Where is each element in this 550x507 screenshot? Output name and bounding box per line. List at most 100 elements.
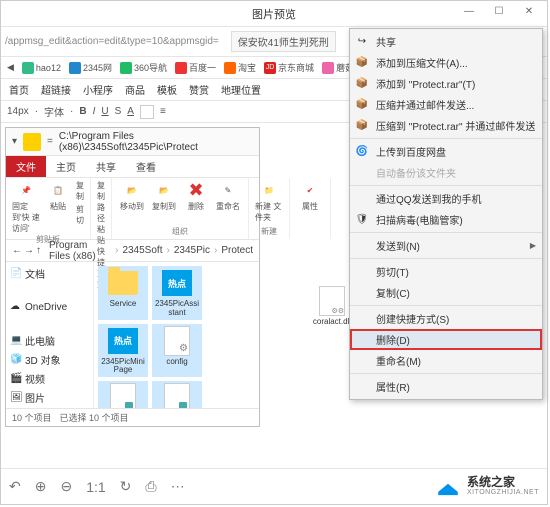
up-btn[interactable]: ↑ bbox=[36, 245, 41, 256]
nav-link[interactable]: 模板 bbox=[157, 82, 177, 97]
pin-quickaccess[interactable]: 📌固定到'快 速访问' bbox=[12, 180, 40, 234]
url-text: /appmsg_edit&action=edit&type=10&appmsgi… bbox=[5, 36, 219, 47]
menu-item[interactable]: 📦添加到压缩文件(A)... bbox=[350, 52, 542, 73]
file-item[interactable]: config bbox=[152, 324, 202, 378]
newfolder-button[interactable]: 📁新建 文件夹 bbox=[255, 180, 283, 223]
back-btn[interactable]: ← bbox=[12, 245, 22, 256]
strike-button[interactable]: S bbox=[115, 106, 122, 117]
nav-link[interactable]: 小程序 bbox=[83, 82, 113, 97]
bg-color[interactable] bbox=[140, 105, 154, 119]
sidebar-item[interactable] bbox=[8, 315, 91, 331]
file-item[interactable]: coralact.dll bbox=[311, 284, 353, 329]
browser-tab[interactable]: 保安砍41师生判死刑 bbox=[231, 31, 336, 52]
nav-link[interactable]: 首页 bbox=[9, 82, 29, 97]
nav-down-icon[interactable]: ▾ bbox=[12, 136, 17, 147]
nav-link[interactable]: 地理位置 bbox=[221, 82, 261, 97]
nav-link[interactable]: 超链接 bbox=[41, 82, 71, 97]
sidebar-item[interactable]: 💻此电脑 bbox=[8, 331, 91, 350]
zoom-out[interactable]: ⊖ bbox=[60, 478, 72, 495]
item-count: 10 个项目 bbox=[12, 411, 52, 424]
sidebar-item[interactable]: 🎬视频 bbox=[8, 369, 91, 388]
sidebar-item[interactable]: 🧊3D 对象 bbox=[8, 350, 91, 369]
rename-button[interactable]: ✎重命名 bbox=[214, 180, 242, 212]
menu-item[interactable]: 创建快捷方式(S) bbox=[350, 305, 542, 329]
bookmark[interactable]: hao12 bbox=[22, 62, 61, 74]
close-button[interactable]: ✕ bbox=[515, 1, 543, 21]
zoom-in[interactable]: ⊕ bbox=[35, 478, 47, 495]
explorer-tabs: 文件 主页 共享 查看 bbox=[6, 156, 259, 178]
viewer-controls: ↶ ⊕ ⊖ 1:1 ↻ ⎙ ⋯ bbox=[9, 478, 185, 495]
status-bar: 10 个项目 已选择 10 个项目 bbox=[6, 408, 259, 426]
breadcrumb[interactable]: ← → ↑ Program Files (x86)› 2345Soft› 234… bbox=[6, 240, 259, 262]
menu-item[interactable]: 复制(C) bbox=[350, 282, 542, 303]
rotate-right[interactable]: ↻ bbox=[120, 478, 132, 495]
back-icon[interactable]: ◀ bbox=[7, 62, 14, 73]
nav-link[interactable]: 赞赏 bbox=[189, 82, 209, 97]
bookmark[interactable]: 360导航 bbox=[120, 61, 167, 74]
menu-item[interactable]: 通过QQ发送到我的手机 bbox=[350, 185, 542, 209]
minimize-button[interactable]: — bbox=[455, 1, 483, 21]
rotate-left[interactable]: ↶ bbox=[9, 478, 21, 495]
bookmark[interactable]: 淘宝 bbox=[224, 61, 256, 74]
sidebar-item[interactable]: ☁OneDrive bbox=[8, 299, 91, 315]
fwd-btn[interactable]: → bbox=[24, 245, 34, 256]
delete-button[interactable]: ✖删除 bbox=[182, 180, 210, 212]
context-menu: ↪共享📦添加到压缩文件(A)...📦添加到 "Protect.rar"(T)📦压… bbox=[349, 28, 543, 400]
font-size[interactable]: 14px bbox=[7, 106, 29, 117]
font-family[interactable]: 字体 bbox=[44, 104, 64, 119]
file-item[interactable]: 热点2345PicAssistant bbox=[152, 266, 202, 320]
copyto-button[interactable]: 📂复制到 bbox=[150, 180, 178, 212]
sidebar-item[interactable]: 🖼图片 bbox=[8, 388, 91, 407]
align-button[interactable]: ≡ bbox=[160, 106, 166, 117]
bookmark[interactable]: 百度一 bbox=[175, 61, 216, 74]
tab-view[interactable]: 查看 bbox=[126, 156, 166, 177]
menu-item[interactable]: 🛡扫描病毒(电脑管家) bbox=[350, 209, 542, 230]
more-icon[interactable]: ⋯ bbox=[171, 478, 185, 495]
italic-button[interactable]: I bbox=[93, 106, 96, 117]
copy-path[interactable]: 复制路径 bbox=[97, 180, 105, 224]
bold-button[interactable]: B bbox=[79, 106, 86, 117]
sidebar-item[interactable]: 📄文档 bbox=[8, 264, 91, 283]
selected-count: 已选择 10 个项目 bbox=[60, 411, 129, 424]
copy-small[interactable]: 复制 bbox=[76, 180, 84, 202]
file-item[interactable]: Service bbox=[98, 266, 148, 320]
menu-item[interactable]: ↪共享 bbox=[350, 31, 542, 52]
fit-11[interactable]: 1:1 bbox=[86, 479, 105, 495]
bookmark[interactable]: JD京东商城 bbox=[264, 61, 314, 74]
menu-item[interactable]: 📦添加到 "Protect.rar"(T) bbox=[350, 73, 542, 94]
menu-item[interactable]: 删除(D) bbox=[350, 329, 542, 350]
menu-item[interactable]: 重命名(M) bbox=[350, 350, 542, 371]
nav-link[interactable]: 商品 bbox=[125, 82, 145, 97]
file-explorer: ▾ = C:\Program Files (x86)\2345Soft\2345… bbox=[5, 127, 260, 427]
print-icon[interactable]: ⎙ bbox=[145, 478, 156, 495]
file-item[interactable]: ServiceManager bbox=[152, 381, 202, 408]
moveto-button[interactable]: 📂移动到 bbox=[118, 180, 146, 212]
cut-small[interactable]: 剪切 bbox=[76, 204, 84, 226]
menu-item[interactable]: 🌀上传到百度网盘 bbox=[350, 138, 542, 162]
properties-button[interactable]: ✔属性 bbox=[296, 180, 324, 212]
menu-item[interactable]: 📦压缩到 "Protect.rar" 并通过邮件发送 bbox=[350, 115, 542, 136]
paste-button[interactable]: 📋粘贴 bbox=[44, 180, 72, 212]
window-title: 图片预览 bbox=[252, 6, 296, 22]
underline-button[interactable]: U bbox=[101, 106, 108, 117]
maximize-button[interactable]: ☐ bbox=[485, 1, 513, 21]
file-item[interactable]: 热点2345PicMiniPage bbox=[98, 324, 148, 378]
menu-item[interactable]: 属性(R) bbox=[350, 373, 542, 397]
menu-item[interactable]: 📦压缩并通过邮件发送... bbox=[350, 94, 542, 115]
bookmark[interactable]: 2345网 bbox=[69, 61, 112, 74]
tab-share[interactable]: 共享 bbox=[86, 156, 126, 177]
sidebar-item[interactable] bbox=[8, 283, 91, 299]
tab-file[interactable]: 文件 bbox=[6, 156, 46, 177]
menu-item[interactable]: 剪切(T) bbox=[350, 258, 542, 282]
tab-home[interactable]: 主页 bbox=[46, 156, 86, 177]
file-item[interactable]: Pic_2345Svc bbox=[98, 381, 148, 408]
menu-item[interactable]: 发送到(N)▶ bbox=[350, 232, 542, 256]
folder-icon bbox=[23, 133, 41, 151]
file-content: Service热点2345PicAssistant热点2345PicMiniPa… bbox=[94, 262, 259, 408]
address-text[interactable]: C:\Program Files (x86)\2345Soft\2345Pic\… bbox=[59, 131, 253, 153]
sidebar: 📄文档☁OneDrive💻此电脑🧊3D 对象🎬视频🖼图片📄文档⬇下载🎵音乐🖥桌面… bbox=[6, 262, 94, 408]
brand-logo bbox=[435, 477, 461, 497]
explorer-addressbar: ▾ = C:\Program Files (x86)\2345Soft\2345… bbox=[6, 128, 259, 156]
brand: 系统之家 XITONGZHIJIA.NET bbox=[435, 476, 539, 497]
text-color[interactable]: A bbox=[127, 106, 134, 117]
